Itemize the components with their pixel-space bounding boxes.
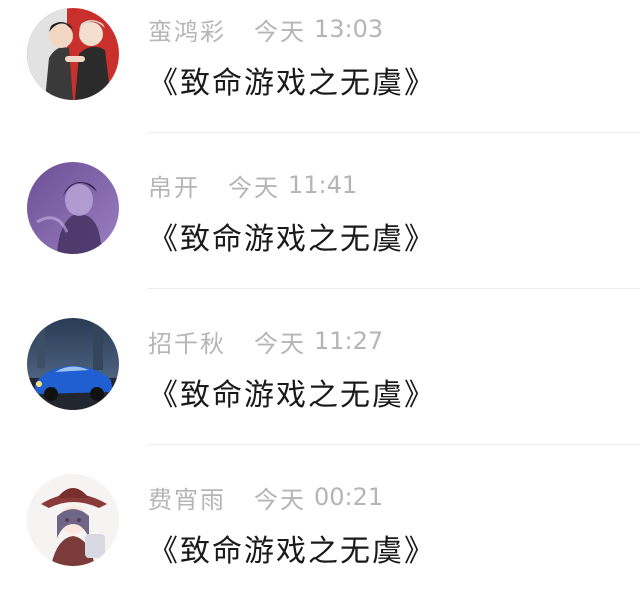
message-time: 11:27 [314, 327, 384, 355]
sender-name: 蛮鸿彩 [148, 17, 226, 46]
sender-name: 费宵雨 [148, 485, 226, 514]
divider [148, 132, 640, 133]
message-time: 11:41 [288, 171, 358, 199]
message-meta: 招千秋 今天 11:27 [148, 324, 383, 358]
message-meta: 费宵雨 今天 00:21 [148, 480, 383, 514]
message-text: 《致命游戏之无虞》 [148, 534, 436, 569]
list-item[interactable]: 帛开 今天 11:41 《致命游戏之无虞》 [0, 150, 640, 300]
message-text: 《致命游戏之无虞》 [148, 66, 436, 101]
message-meta: 帛开 今天 11:41 [148, 168, 357, 202]
message-day: 今天 [254, 329, 306, 358]
message-text: 《致命游戏之无虞》 [148, 222, 436, 257]
avatar-anime-couple-icon [27, 8, 119, 100]
message-text: 《致命游戏之无虞》 [148, 378, 436, 413]
list-item[interactable]: 费宵雨 今天 00:21 《致命游戏之无虞》 [0, 462, 640, 612]
avatar-anime-girl-hat-icon [27, 474, 119, 566]
avatar[interactable] [27, 162, 119, 254]
divider [148, 444, 640, 445]
avatar[interactable] [27, 318, 119, 410]
avatar[interactable] [27, 474, 119, 566]
avatar-blue-sports-car-icon [27, 318, 119, 410]
message-day: 今天 [254, 17, 306, 46]
message-day: 今天 [228, 173, 280, 202]
sender-name: 帛开 [148, 173, 200, 202]
avatar-purple-portrait-icon [27, 162, 119, 254]
list-item[interactable]: 蛮鸿彩 今天 13:03 《致命游戏之无虞》 [0, 0, 640, 150]
avatar[interactable] [27, 8, 119, 100]
message-meta: 蛮鸿彩 今天 13:03 [148, 12, 383, 46]
message-time: 13:03 [314, 15, 384, 43]
message-list: 蛮鸿彩 今天 13:03 《致命游戏之无虞》 帛开 今天 11:41 《致命游戏… [0, 0, 640, 584]
sender-name: 招千秋 [148, 329, 226, 358]
message-day: 今天 [254, 485, 306, 514]
divider [148, 288, 640, 289]
list-item[interactable]: 招千秋 今天 11:27 《致命游戏之无虞》 [0, 306, 640, 456]
message-time: 00:21 [314, 483, 384, 511]
